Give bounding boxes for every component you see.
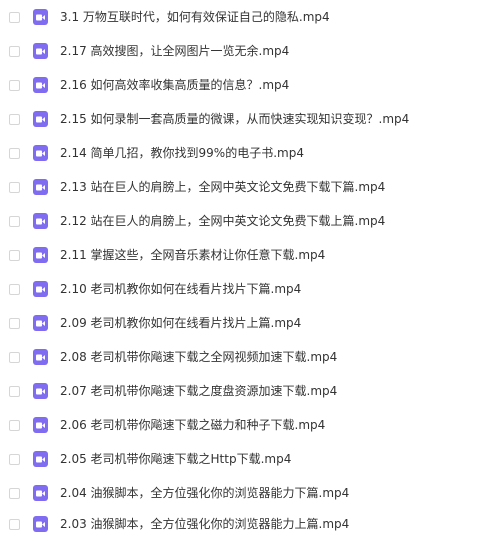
video-file-icon	[33, 383, 48, 399]
row-checkbox[interactable]	[9, 487, 20, 499]
file-row[interactable]: 2.08 老司机带你飚速下载之全网视频加速下载.mp4	[0, 340, 495, 374]
file-name[interactable]: 2.10 老司机教你如何在线看片找片下篇.mp4	[60, 281, 301, 297]
file-name[interactable]: 2.08 老司机带你飚速下载之全网视频加速下载.mp4	[60, 349, 337, 365]
file-name[interactable]: 2.03 油猴脚本，全方位强化你的浏览器能力上篇.mp4	[60, 516, 349, 532]
file-row[interactable]: 2.11 掌握这些，全网音乐素材让你任意下载.mp4	[0, 238, 495, 272]
file-row[interactable]: 3.1 万物互联时代，如何有效保证自己的隐私.mp4	[0, 0, 495, 34]
file-name[interactable]: 2.14 简单几招，教你找到99%的电子书.mp4	[60, 145, 304, 161]
video-file-icon	[33, 349, 48, 365]
row-checkbox[interactable]	[9, 419, 20, 431]
file-row[interactable]: 2.13 站在巨人的肩膀上，全网中英文论文免费下载下篇.mp4	[0, 170, 495, 204]
video-file-icon	[33, 145, 48, 161]
file-list: 3.1 万物互联时代，如何有效保证自己的隐私.mp4 2.17 高效搜图，让全网…	[0, 0, 495, 541]
file-row[interactable]: 2.03 油猴脚本，全方位强化你的浏览器能力上篇.mp4	[0, 507, 495, 541]
row-checkbox[interactable]	[9, 518, 20, 530]
file-name[interactable]: 2.16 如何高效率收集高质量的信息？.mp4	[60, 77, 289, 93]
file-name[interactable]: 2.12 站在巨人的肩膀上，全网中英文论文免费下载上篇.mp4	[60, 213, 385, 229]
video-file-icon	[33, 315, 48, 331]
video-file-icon	[33, 179, 48, 195]
file-row[interactable]: 2.04 油猴脚本，全方位强化你的浏览器能力下篇.mp4	[0, 476, 495, 510]
row-checkbox[interactable]	[9, 283, 20, 295]
file-row[interactable]: 2.10 老司机教你如何在线看片找片下篇.mp4	[0, 272, 495, 306]
file-name[interactable]: 2.04 油猴脚本，全方位强化你的浏览器能力下篇.mp4	[60, 485, 349, 501]
file-row[interactable]: 2.07 老司机带你飚速下载之度盘资源加速下载.mp4	[0, 374, 495, 408]
file-row[interactable]: 2.17 高效搜图，让全网图片一览无余.mp4	[0, 34, 495, 68]
video-file-icon	[33, 213, 48, 229]
video-file-icon	[33, 43, 48, 59]
file-name[interactable]: 2.05 老司机带你飚速下载之Http下载.mp4	[60, 451, 291, 467]
video-file-icon	[33, 417, 48, 433]
row-checkbox[interactable]	[9, 79, 20, 91]
file-name[interactable]: 2.15 如何录制一套高质量的微课，从而快速实现知识变现？.mp4	[60, 111, 409, 127]
file-name[interactable]: 2.09 老司机教你如何在线看片找片上篇.mp4	[60, 315, 301, 331]
video-file-icon	[33, 451, 48, 467]
video-file-icon	[33, 281, 48, 297]
file-name[interactable]: 2.13 站在巨人的肩膀上，全网中英文论文免费下载下篇.mp4	[60, 179, 385, 195]
file-name[interactable]: 2.17 高效搜图，让全网图片一览无余.mp4	[60, 43, 289, 59]
file-name[interactable]: 2.06 老司机带你飚速下载之磁力和种子下载.mp4	[60, 417, 325, 433]
row-checkbox[interactable]	[9, 317, 20, 329]
row-checkbox[interactable]	[9, 249, 20, 261]
file-row[interactable]: 2.09 老司机教你如何在线看片找片上篇.mp4	[0, 306, 495, 340]
file-row[interactable]: 2.12 站在巨人的肩膀上，全网中英文论文免费下载上篇.mp4	[0, 204, 495, 238]
video-file-icon	[33, 111, 48, 127]
file-name[interactable]: 3.1 万物互联时代，如何有效保证自己的隐私.mp4	[60, 9, 330, 25]
file-row[interactable]: 2.14 简单几招，教你找到99%的电子书.mp4	[0, 136, 495, 170]
file-name[interactable]: 2.11 掌握这些，全网音乐素材让你任意下载.mp4	[60, 247, 325, 263]
file-row[interactable]: 2.16 如何高效率收集高质量的信息？.mp4	[0, 68, 495, 102]
row-checkbox[interactable]	[9, 113, 20, 125]
video-file-icon	[33, 247, 48, 263]
row-checkbox[interactable]	[9, 351, 20, 363]
row-checkbox[interactable]	[9, 45, 20, 57]
file-row[interactable]: 2.05 老司机带你飚速下载之Http下载.mp4	[0, 442, 495, 476]
row-checkbox[interactable]	[9, 11, 20, 23]
row-checkbox[interactable]	[9, 181, 20, 193]
file-row[interactable]: 2.06 老司机带你飚速下载之磁力和种子下载.mp4	[0, 408, 495, 442]
row-checkbox[interactable]	[9, 215, 20, 227]
file-name[interactable]: 2.07 老司机带你飚速下载之度盘资源加速下载.mp4	[60, 383, 337, 399]
video-file-icon	[33, 9, 48, 25]
file-row[interactable]: 2.15 如何录制一套高质量的微课，从而快速实现知识变现？.mp4	[0, 102, 495, 136]
video-file-icon	[33, 516, 48, 532]
row-checkbox[interactable]	[9, 147, 20, 159]
row-checkbox[interactable]	[9, 385, 20, 397]
video-file-icon	[33, 485, 48, 501]
video-file-icon	[33, 77, 48, 93]
row-checkbox[interactable]	[9, 453, 20, 465]
